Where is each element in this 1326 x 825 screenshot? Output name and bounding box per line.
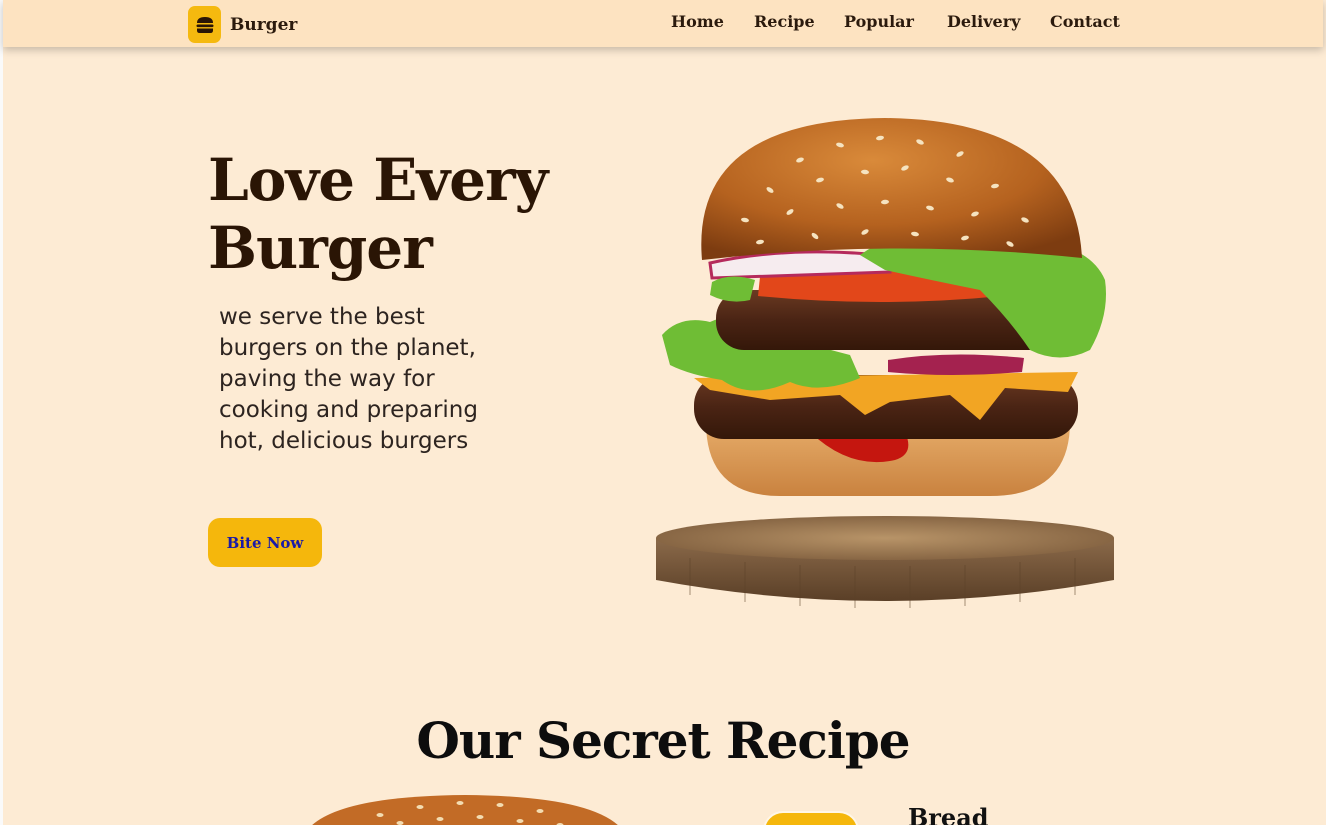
hero-title: Love Every Burger (208, 146, 628, 282)
brand-name: Burger (230, 14, 298, 35)
nav-recipe[interactable]: Recipe (754, 12, 815, 34)
hero-description: we serve the best burgers on the planet,… (219, 304, 478, 454)
nav-contact[interactable]: Contact (1050, 12, 1120, 34)
window-edge (0, 0, 3, 825)
burger-icon (188, 6, 221, 43)
page: Burger Home Recipe Popular Delivery Cont… (0, 0, 1326, 825)
hero-title-line1: Love Every (208, 146, 548, 214)
nav-home[interactable]: Home (671, 12, 724, 34)
bite-now-button[interactable]: Bite Now (208, 518, 322, 567)
ingredient-title-bread: Bread (908, 803, 989, 825)
site-header: Burger Home Recipe Popular Delivery Cont… (3, 0, 1323, 47)
nav-popular[interactable]: Popular (844, 12, 914, 34)
bun-preview-image (312, 795, 618, 825)
section-title-secret-recipe: Our Secret Recipe (416, 711, 910, 770)
hero-title-line2: Burger (208, 214, 433, 282)
nav-delivery[interactable]: Delivery (947, 12, 1020, 34)
ingredient-icon-badge (763, 811, 859, 825)
brand-logo[interactable]: Burger (188, 6, 297, 43)
burger-image (656, 118, 1114, 608)
